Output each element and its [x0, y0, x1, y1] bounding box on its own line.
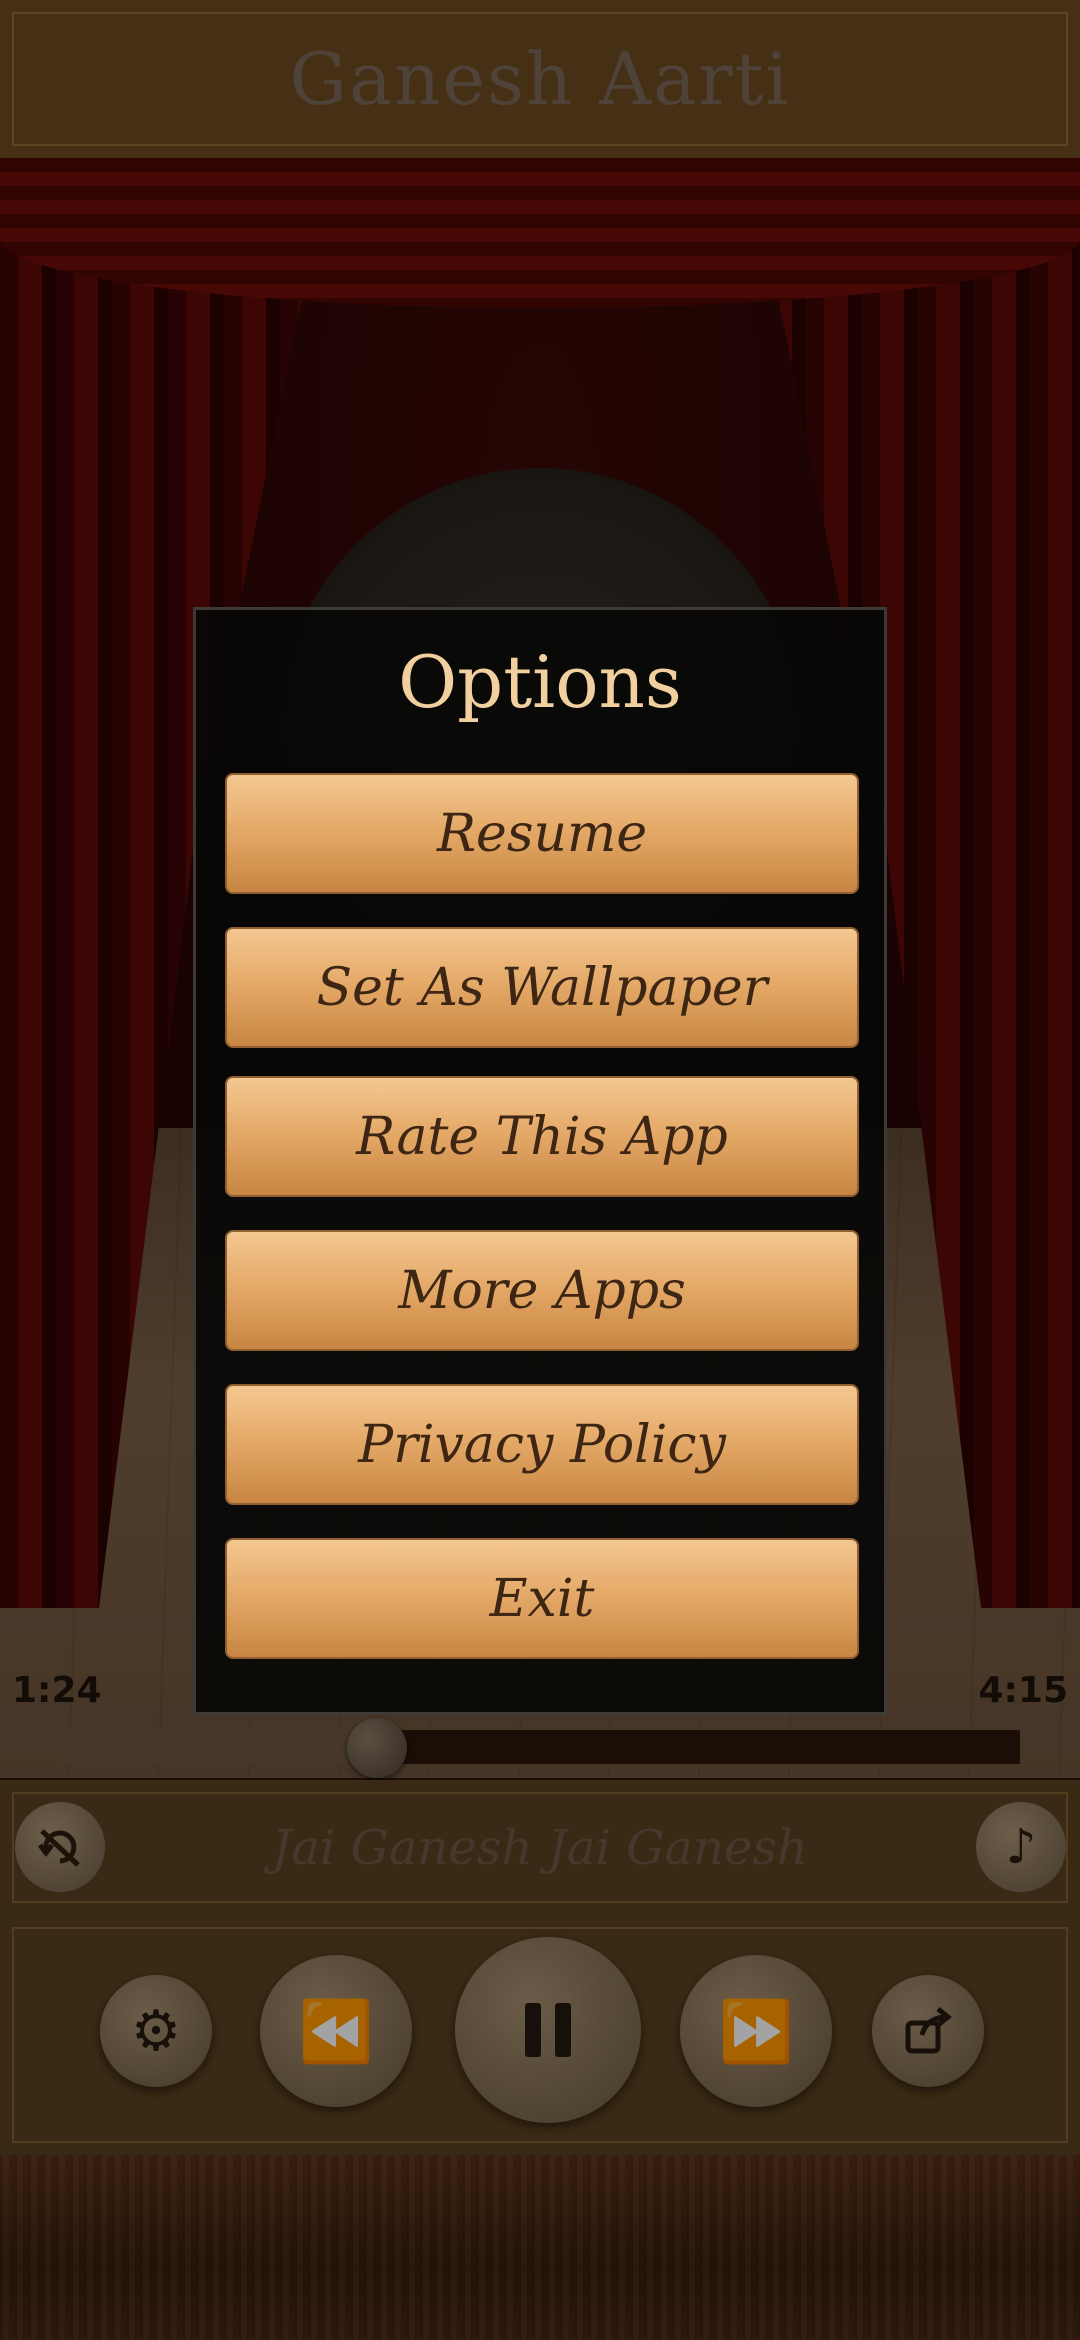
options-dialog: Options Resume Set As Wallpaper Rate Thi…	[193, 607, 887, 1715]
rate-app-button[interactable]: Rate This App	[225, 1076, 859, 1197]
privacy-policy-button[interactable]: Privacy Policy	[225, 1384, 859, 1505]
resume-button[interactable]: Resume	[225, 773, 859, 894]
more-apps-button[interactable]: More Apps	[225, 1230, 859, 1351]
exit-button[interactable]: Exit	[225, 1538, 859, 1659]
dialog-title: Options	[398, 640, 682, 724]
set-wallpaper-button[interactable]: Set As Wallpaper	[225, 927, 859, 1048]
